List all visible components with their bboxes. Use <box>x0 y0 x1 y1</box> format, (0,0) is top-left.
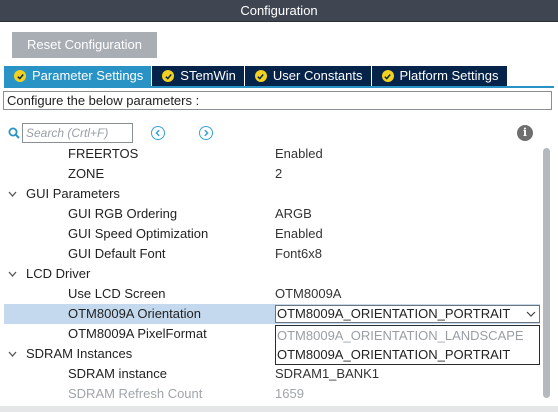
param-label: OTM8009A Orientation <box>68 306 201 321</box>
param-value: Enabled <box>275 226 323 241</box>
search-next-button[interactable] <box>199 126 213 140</box>
reset-configuration-button[interactable]: Reset Configuration <box>12 32 157 58</box>
orientation-select[interactable]: OTM8009A_ORIENTATION_PORTRAIT <box>275 305 540 323</box>
chevron-down-icon <box>526 311 536 317</box>
param-value: 1659 <box>275 386 304 401</box>
tab-platform-settings[interactable]: Platform Settings <box>371 66 507 86</box>
check-icon <box>162 70 175 82</box>
tab-label: Parameter Settings <box>32 68 144 83</box>
orientation-dropdown-list: OTM8009A_ORIENTATION_LANDSCAPE OTM8009A_… <box>275 325 540 365</box>
window-title: Configuration <box>0 0 558 22</box>
param-row-otm8009a-orientation[interactable]: OTM8009A Orientation OTM8009A_ORIENTATIO… <box>4 304 540 324</box>
section-lcd-driver[interactable]: LCD Driver <box>4 264 540 284</box>
section-label: LCD Driver <box>26 266 91 281</box>
param-value: SDRAM1_BANK1 <box>275 366 380 381</box>
param-row-sdram-instance[interactable]: SDRAM instance SDRAM1_BANK1 <box>4 364 540 384</box>
param-label: SDRAM instance <box>68 366 167 381</box>
tab-label: User Constants <box>272 68 363 83</box>
check-icon <box>254 70 267 82</box>
check-icon <box>381 70 394 82</box>
param-value: ARGB <box>275 206 312 221</box>
param-row-zone[interactable]: ZONE 2 <box>4 164 540 184</box>
tab-underline <box>4 86 554 88</box>
param-label: GUI Speed Optimization <box>68 226 209 241</box>
param-value: 2 <box>275 166 283 181</box>
search-icon <box>8 127 20 139</box>
configure-description: Configure the below parameters : <box>3 91 552 110</box>
chevron-down-icon <box>8 351 17 357</box>
search-input[interactable] <box>22 123 133 143</box>
param-row-sdram-refresh-count: SDRAM Refresh Count 1659 <box>4 384 540 404</box>
param-row-gui-rgb-ordering[interactable]: GUI RGB Ordering ARGB <box>4 204 540 224</box>
section-label: GUI Parameters <box>26 186 120 201</box>
vertical-scrollbar[interactable] <box>541 144 551 406</box>
check-icon <box>14 70 26 82</box>
section-gui-parameters[interactable]: GUI Parameters <box>4 184 540 204</box>
tab-parameter-settings[interactable]: Parameter Settings <box>4 66 152 86</box>
tab-label: STemWin <box>180 68 236 83</box>
info-icon[interactable]: i <box>517 125 533 141</box>
param-value: Enabled <box>275 146 323 161</box>
chevron-left-icon <box>155 129 160 137</box>
param-label: Use LCD Screen <box>68 286 166 301</box>
param-value: Font6x8 <box>275 246 322 261</box>
dropdown-option-landscape[interactable]: OTM8009A_ORIENTATION_LANDSCAPE <box>276 326 539 345</box>
scrollbar-thumb[interactable] <box>543 148 550 398</box>
param-label: OTM8009A PixelFormat <box>68 326 207 341</box>
param-label: GUI Default Font <box>68 246 166 261</box>
param-row-gui-speed-optimization[interactable]: GUI Speed Optimization Enabled <box>4 224 540 244</box>
tab-stemwin[interactable]: STemWin <box>152 66 244 86</box>
tab-user-constants[interactable]: User Constants <box>244 66 371 86</box>
param-row-gui-default-font[interactable]: GUI Default Font Font6x8 <box>4 244 540 264</box>
param-label: GUI RGB Ordering <box>68 206 178 221</box>
tab-bar: Parameter Settings STemWin User Constant… <box>4 66 508 86</box>
param-label: SDRAM Refresh Count <box>68 386 203 401</box>
tab-label: Platform Settings <box>399 68 499 83</box>
chevron-down-icon <box>8 191 17 197</box>
param-row-freertos[interactable]: FREERTOS Enabled <box>4 144 540 164</box>
param-label: FREERTOS <box>68 146 139 161</box>
chevron-right-icon <box>204 129 209 137</box>
param-value: OTM8009A <box>275 286 342 301</box>
chevron-down-icon <box>8 271 17 277</box>
param-label: ZONE <box>68 166 105 181</box>
parameter-tree: FREERTOS Enabled ZONE 2 GUI Parameters G… <box>4 144 540 404</box>
bottom-edge <box>0 406 558 412</box>
select-value: OTM8009A_ORIENTATION_PORTRAIT <box>277 306 511 321</box>
search-previous-button[interactable] <box>151 126 165 140</box>
dropdown-option-portrait[interactable]: OTM8009A_ORIENTATION_PORTRAIT <box>276 345 539 364</box>
section-label: SDRAM Instances <box>26 346 133 361</box>
param-row-use-lcd-screen[interactable]: Use LCD Screen OTM8009A <box>4 284 540 304</box>
